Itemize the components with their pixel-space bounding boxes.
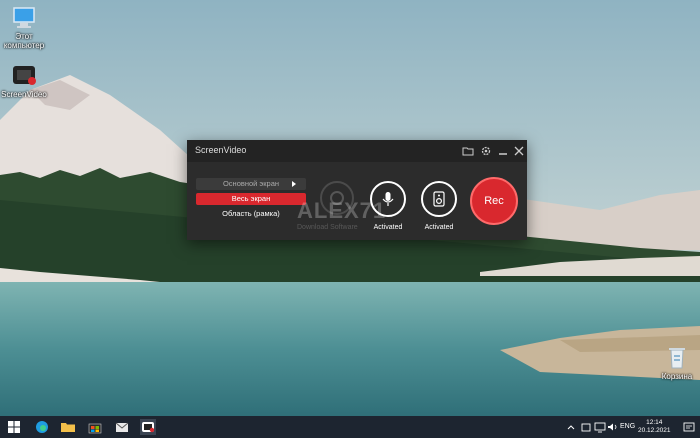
gear-icon[interactable]: [479, 144, 493, 158]
screenvideo-app-icon: [10, 64, 38, 88]
desktop-icon-label: ScreenVideo: [1, 90, 47, 99]
clock-time: 12:14: [646, 419, 663, 426]
windows-logo-icon: [8, 421, 20, 433]
mode-label: Весь экран: [231, 194, 271, 203]
window-title: ScreenVideo: [195, 145, 247, 155]
screenvideo-window: ScreenVideo Основной экран Весь экран Об…: [187, 140, 527, 240]
mode-full-screen[interactable]: Весь экран: [196, 193, 306, 205]
desktop-icon-computer[interactable]: Этот компьютер: [1, 6, 47, 50]
desktop-icon-label: Корзина: [661, 372, 693, 381]
mode-label: Основной экран: [222, 179, 280, 188]
notifications-icon[interactable]: [682, 419, 696, 435]
edge-icon: [36, 421, 48, 433]
network-icon[interactable]: [594, 419, 606, 435]
screenvideo-taskbar-button[interactable]: [140, 419, 156, 435]
microphone-icon: [382, 192, 394, 206]
folder-icon[interactable]: [461, 144, 475, 158]
watermark-subtitle: Download Software: [297, 224, 358, 231]
start-button[interactable]: [6, 419, 22, 435]
explorer-taskbar-button[interactable]: [60, 419, 76, 435]
speaker-status: Activated: [424, 224, 454, 231]
mode-region[interactable]: Область (рамка): [196, 208, 306, 220]
speaker-toggle[interactable]: [421, 181, 457, 217]
taskbar: ENG 12:14 20.12.2021: [0, 416, 700, 438]
screenvideo-app-icon: [142, 422, 155, 433]
minimize-icon[interactable]: [496, 144, 510, 158]
titlebar: ScreenVideo: [187, 140, 527, 162]
computer-icon: [10, 6, 38, 30]
microphone-status: Activated: [373, 224, 403, 231]
store-icon: [88, 423, 102, 434]
store-taskbar-button[interactable]: [87, 419, 103, 435]
close-icon[interactable]: [512, 144, 526, 158]
input-language[interactable]: ENG: [620, 423, 635, 430]
tray-expand-icon[interactable]: [566, 419, 576, 435]
taskbar-clock[interactable]: 12:14 20.12.2021: [638, 419, 671, 435]
desktop-icon-recycle-bin[interactable]: Корзина: [654, 346, 700, 381]
folder-icon: [61, 423, 75, 432]
edge-taskbar-button[interactable]: [34, 419, 50, 435]
mail-icon: [115, 422, 129, 432]
recycle-bin-icon: [663, 346, 691, 370]
mail-taskbar-button[interactable]: [114, 419, 130, 435]
clock-date: 20.12.2021: [638, 427, 671, 434]
mode-label: Область (рамка): [222, 209, 280, 218]
chevron-right-icon: [292, 181, 296, 187]
record-button[interactable]: Rec: [470, 177, 518, 225]
microphone-toggle[interactable]: [370, 181, 406, 217]
mode-primary-screen[interactable]: Основной экран: [196, 178, 306, 190]
action-center-icon[interactable]: [580, 419, 592, 435]
desktop-icon-label: Этот компьютер: [3, 32, 45, 50]
desktop: Этот компьютер ScreenVideo Корзина Scree…: [0, 0, 700, 416]
desktop-icon-screenvideo[interactable]: ScreenVideo: [1, 64, 47, 99]
volume-icon[interactable]: [607, 419, 619, 435]
speaker-icon: [433, 191, 445, 207]
capture-mode-list: Основной экран Весь экран Область (рамка…: [196, 178, 306, 223]
